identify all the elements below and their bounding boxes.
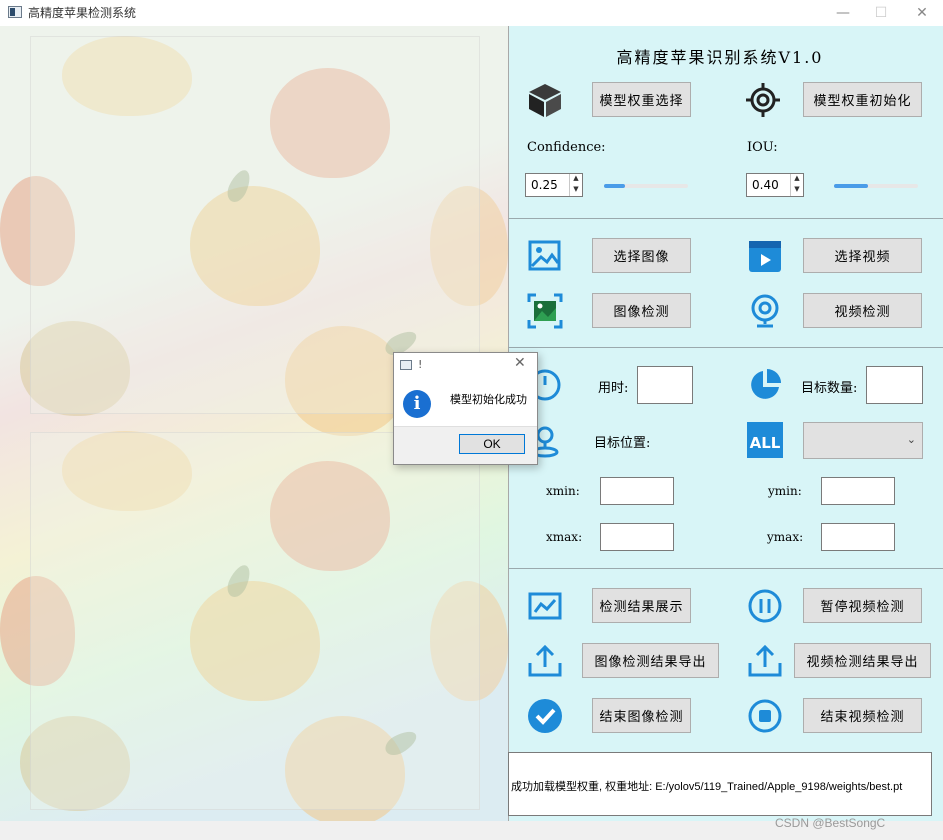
section-divider [508, 218, 943, 219]
end-video-detect-button[interactable]: 结束视频检测 [803, 698, 922, 733]
end-image-detect-button[interactable]: 结束图像检测 [592, 698, 691, 733]
section-divider [508, 568, 943, 569]
export-icon [527, 643, 563, 679]
spin-up-icon[interactable]: ▲ [570, 174, 582, 185]
iou-value: 0.40 [752, 178, 779, 192]
target-select-dropdown[interactable]: ⌄ [803, 422, 923, 459]
show-results-button[interactable]: 检测结果展示 [592, 588, 691, 623]
dialog-message: 模型初始化成功 [450, 393, 527, 406]
pause-video-button[interactable]: 暂停视频检测 [803, 588, 922, 623]
xmin-output [600, 477, 674, 505]
confidence-label: Confidence: [527, 140, 606, 155]
window-title: 高精度苹果检测系统 [28, 6, 137, 20]
confidence-slider-fill [604, 184, 625, 188]
iou-slider-fill [834, 184, 868, 188]
spin-up-icon[interactable]: ▲ [791, 174, 803, 185]
svg-text:ALL: ALL [750, 434, 781, 452]
target-settings-icon [745, 82, 781, 118]
export-video-results-button[interactable]: 视频检测结果导出 [794, 643, 931, 678]
time-label: 用时: [598, 381, 629, 396]
title-bar [0, 0, 943, 26]
webcam-icon [747, 293, 783, 329]
iou-spin-arrows[interactable]: ▲ ▼ [790, 174, 803, 196]
ymax-output [821, 523, 895, 551]
video-icon [747, 238, 783, 274]
xmax-output [600, 523, 674, 551]
cube-icon [527, 82, 563, 118]
spin-down-icon[interactable]: ▼ [570, 185, 582, 196]
all-icon: ALL [747, 422, 783, 458]
result-image-view [30, 432, 480, 810]
confidence-value: 0.25 [531, 178, 558, 192]
ok-button[interactable]: OK [459, 434, 525, 454]
status-text: 成功加载模型权重, 权重地址: E:/yolov5/119_Trained/Ap… [511, 781, 903, 793]
section-divider [508, 347, 943, 348]
spin-down-icon[interactable]: ▼ [791, 185, 803, 196]
select-image-button[interactable]: 选择图像 [592, 238, 691, 273]
video-detect-button[interactable]: 视频检测 [803, 293, 922, 328]
iou-slider[interactable] [834, 184, 918, 188]
image-detect-icon [527, 293, 563, 329]
maximize-button[interactable]: ☐ [858, 0, 904, 26]
xmin-label: xmin: [546, 484, 580, 498]
info-icon: i [403, 390, 431, 418]
line-chart-icon [527, 588, 563, 624]
chevron-down-icon: ⌄ [906, 433, 916, 446]
target-count-output [866, 366, 923, 404]
close-button[interactable]: ✕ [899, 0, 943, 26]
confidence-spin-arrows[interactable]: ▲ ▼ [569, 174, 582, 196]
pie-chart-icon [747, 367, 783, 403]
iou-label: IOU: [747, 140, 778, 155]
app-icon [8, 6, 22, 18]
ymin-output [821, 477, 895, 505]
time-output [637, 366, 693, 404]
target-count-label: 目标数量: [801, 381, 858, 396]
ymin-label: ymin: [768, 484, 802, 498]
init-weights-button[interactable]: 模型权重初始化 [803, 82, 922, 117]
watermark: CSDN @BestSongC [775, 816, 886, 830]
image-detect-button[interactable]: 图像检测 [592, 293, 691, 328]
ymax-label: ymax: [767, 530, 804, 544]
dialog-title: ! [418, 358, 423, 371]
pause-icon [747, 588, 783, 624]
xmax-label: xmax: [546, 530, 583, 544]
check-circle-icon [527, 698, 563, 734]
image-icon [527, 238, 563, 274]
dialog-app-icon [400, 360, 412, 370]
export-icon [747, 643, 783, 679]
panel-title: 高精度苹果识别系统V1.0 [616, 48, 824, 67]
select-video-button[interactable]: 选择视频 [803, 238, 922, 273]
dialog-close-icon[interactable]: ✕ [514, 355, 526, 371]
target-position-label: 目标位置: [594, 436, 651, 451]
select-weights-button[interactable]: 模型权重选择 [592, 82, 691, 117]
export-image-results-button[interactable]: 图像检测结果导出 [582, 643, 719, 678]
confidence-slider[interactable] [604, 184, 688, 188]
stop-icon [747, 698, 783, 734]
